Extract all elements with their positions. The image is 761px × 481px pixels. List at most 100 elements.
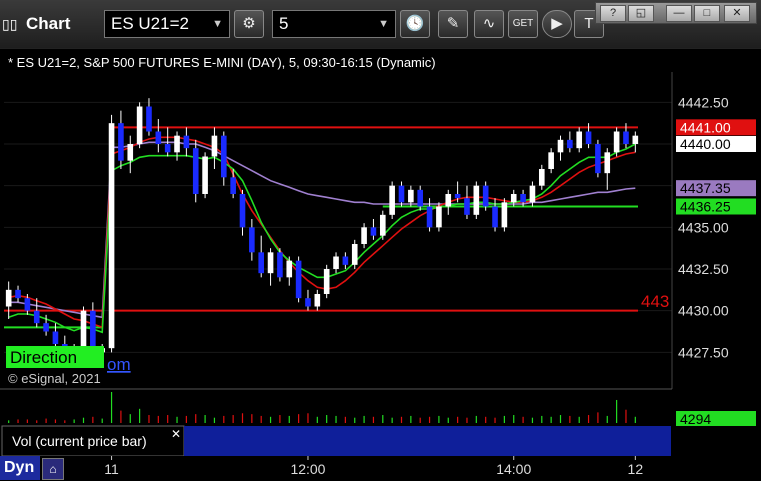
candle-body xyxy=(192,148,199,194)
candle-body xyxy=(202,156,208,194)
candle-body xyxy=(220,135,227,178)
candle-body xyxy=(408,189,414,203)
direction-label: Direction xyxy=(10,348,77,367)
candle xyxy=(80,306,87,353)
maximize-icon[interactable]: □ xyxy=(694,5,720,22)
candle-body xyxy=(426,206,433,228)
gear-icon[interactable]: ⚙ xyxy=(234,10,264,38)
lock-icon[interactable]: ⌂ xyxy=(42,458,64,480)
price-label: 4440.00 xyxy=(680,136,731,152)
chart-toolbar: ▯▯ Chart ES U21=2 ▼ ⚙ 5 ▼ 🕓 ✎ ∿ GET ▶ T … xyxy=(0,0,761,49)
candle-body xyxy=(286,260,293,278)
chevron-down-icon[interactable]: ▼ xyxy=(378,11,389,37)
restore-icon[interactable]: ◱ xyxy=(628,5,654,22)
candle-body xyxy=(529,185,536,203)
candle xyxy=(136,102,143,149)
volume-panel-bar xyxy=(184,426,671,456)
candle xyxy=(473,181,480,219)
price-label: 4437.35 xyxy=(680,180,731,196)
candle-body xyxy=(604,152,611,174)
candle-body xyxy=(211,135,218,157)
candle-body xyxy=(108,123,115,349)
candle-body xyxy=(305,298,311,307)
chart-window-icon: ▯▯ xyxy=(2,16,18,32)
symbol-field[interactable]: ES U21=2 ▼ xyxy=(104,10,230,38)
play-icon[interactable]: ▶ xyxy=(542,10,572,38)
candle-body xyxy=(632,135,639,144)
candle-body xyxy=(473,185,480,215)
candle-body xyxy=(230,177,236,194)
candle-body xyxy=(567,139,573,149)
candle xyxy=(351,239,358,269)
candle xyxy=(277,248,283,282)
candle-body xyxy=(613,131,620,153)
candle-body xyxy=(492,206,498,228)
candle-body xyxy=(623,131,629,144)
candle-body xyxy=(417,189,424,207)
candle-body xyxy=(118,123,124,161)
candle xyxy=(192,139,199,203)
candle-body xyxy=(295,260,302,299)
candle-body xyxy=(15,289,21,299)
volume-value: 4294 xyxy=(680,411,711,427)
candle-body xyxy=(33,310,40,324)
candle-body xyxy=(482,185,489,207)
candle-body xyxy=(501,202,508,228)
candle-body xyxy=(342,256,349,265)
candle-body xyxy=(183,135,190,149)
candle-body xyxy=(398,185,405,203)
candle-body xyxy=(80,310,87,349)
candle-body xyxy=(445,194,452,207)
close-icon[interactable]: ✕ xyxy=(171,427,181,441)
candle-body xyxy=(436,206,442,228)
study-icon[interactable]: ∿ xyxy=(474,10,504,38)
candle-body xyxy=(361,227,367,244)
candle-body xyxy=(464,198,470,215)
candle xyxy=(202,152,208,199)
minimize-icon[interactable]: — xyxy=(666,5,692,22)
candle xyxy=(295,256,302,303)
volume-legend-label: Vol (current price bar) xyxy=(12,433,147,449)
interval-field[interactable]: 5 ▼ xyxy=(272,10,396,38)
candle-body xyxy=(314,294,321,307)
clock-icon[interactable]: 🕓 xyxy=(400,10,430,38)
direction-link[interactable]: om xyxy=(107,355,131,374)
price-label: 4441.00 xyxy=(680,119,731,135)
candle-body xyxy=(146,106,152,132)
candle-body xyxy=(370,227,377,236)
close-icon[interactable]: ✕ xyxy=(724,5,750,22)
candle-body xyxy=(323,269,330,294)
candle xyxy=(379,210,386,240)
candle-body xyxy=(52,331,59,344)
get-icon[interactable]: GET xyxy=(508,10,538,38)
candle-body xyxy=(249,227,255,253)
chevron-down-icon[interactable]: ▼ xyxy=(212,11,223,37)
candle-body xyxy=(164,144,171,153)
x-tick-label: 12 xyxy=(628,461,644,477)
candle-body xyxy=(277,252,283,278)
candle-body xyxy=(510,194,517,203)
dynamic-button[interactable]: Dyn xyxy=(0,456,40,480)
symbol-value: ES U21=2 xyxy=(111,14,189,33)
pencil-icon[interactable]: ✎ xyxy=(438,10,468,38)
y-tick-label: 4430.00 xyxy=(678,303,729,319)
candle-body xyxy=(24,298,31,311)
chart-title: * ES U21=2, S&P 500 FUTURES E-MINI (DAY)… xyxy=(8,55,436,70)
candle-body xyxy=(548,152,554,169)
candle-body xyxy=(520,194,526,203)
hline-label: 443 xyxy=(641,292,669,311)
help-icon[interactable]: ? xyxy=(600,5,626,22)
candle-body xyxy=(454,194,461,199)
candle xyxy=(389,181,395,219)
x-tick-label: 14:00 xyxy=(496,461,531,477)
x-tick-label: 11 xyxy=(104,461,119,477)
copyright: © eSignal, 2021 xyxy=(8,371,101,386)
candle-body xyxy=(127,144,134,161)
candle-body xyxy=(258,252,265,274)
candle-body xyxy=(5,289,12,307)
price-chart[interactable]: * ES U21=2, S&P 500 FUTURES E-MINI (DAY)… xyxy=(0,48,761,481)
candle-body xyxy=(136,106,143,144)
candle-body xyxy=(333,256,339,269)
candle xyxy=(108,114,115,353)
candle-body xyxy=(267,252,274,274)
